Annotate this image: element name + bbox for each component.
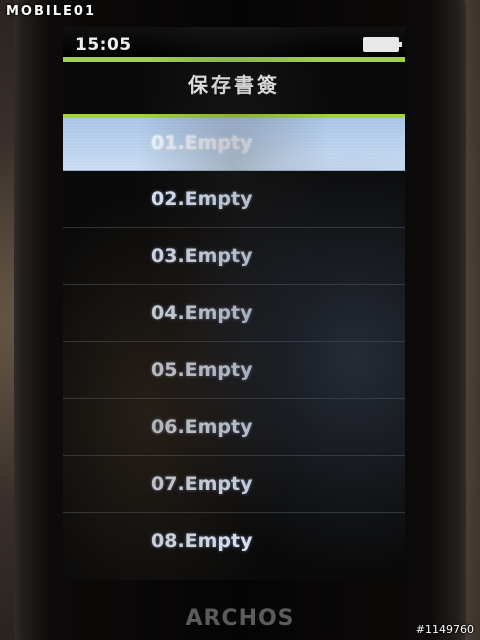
list-item-label: 06.Empty: [151, 416, 253, 438]
device-screen: 15:05 保存書簽 01.Empty 02.Empty 03.Empty 04…: [63, 27, 405, 580]
list-item[interactable]: 05.Empty: [63, 342, 405, 399]
bookmark-list: 01.Empty 02.Empty 03.Empty 04.Empty 05.E…: [63, 114, 405, 570]
battery-full-icon: [363, 37, 402, 52]
device-brand-logo: ARCHOS: [185, 606, 295, 631]
status-bar: 15:05: [63, 27, 405, 57]
list-item-label: 02.Empty: [151, 188, 253, 210]
list-item[interactable]: 06.Empty: [63, 399, 405, 456]
watermark-logo: MOBILE01: [6, 4, 96, 19]
page-title: 保存書簽: [188, 73, 280, 97]
list-item[interactable]: 04.Empty: [63, 285, 405, 342]
header-accent-line: [63, 57, 405, 62]
list-item-label: 04.Empty: [151, 302, 253, 324]
watermark-id: #1149760: [415, 623, 474, 636]
list-item-label: 01.Empty: [151, 132, 253, 154]
list-item[interactable]: 07.Empty: [63, 456, 405, 513]
list-item-label: 07.Empty: [151, 473, 253, 495]
list-item-label: 03.Empty: [151, 245, 253, 267]
list-item[interactable]: 02.Empty: [63, 171, 405, 228]
clock: 15:05: [75, 35, 132, 55]
list-item[interactable]: 08.Empty: [63, 513, 405, 570]
list-item[interactable]: 01.Empty: [63, 114, 405, 171]
list-item-label: 05.Empty: [151, 359, 253, 381]
list-item[interactable]: 03.Empty: [63, 228, 405, 285]
list-item-label: 08.Empty: [151, 530, 253, 552]
photo: 15:05 保存書簽 01.Empty 02.Empty 03.Empty 04…: [0, 0, 480, 640]
